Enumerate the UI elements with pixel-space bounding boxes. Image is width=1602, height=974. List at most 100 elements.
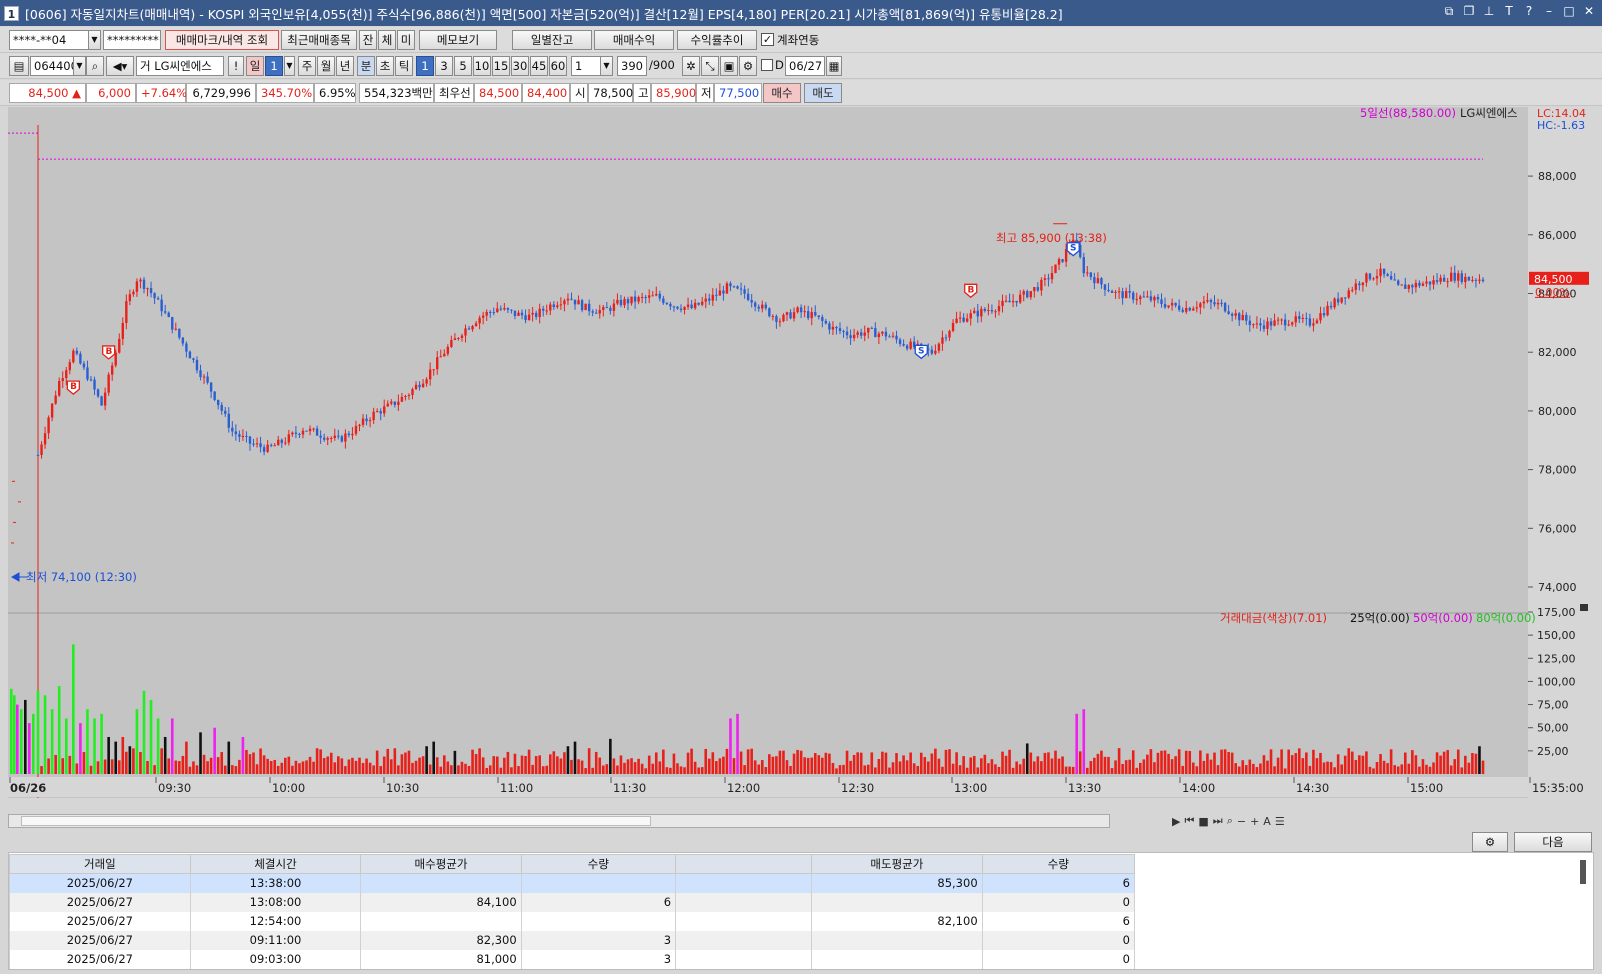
interval-15-button[interactable]: 15 [492, 56, 510, 76]
link-icon[interactable]: ⧉ [1442, 4, 1456, 18]
alert-button[interactable]: ! [228, 56, 244, 76]
account-dropdown-icon[interactable]: ▼ [88, 30, 101, 50]
candle-body [580, 300, 584, 311]
candle-body [351, 433, 354, 436]
stop-icon[interactable]: ■ [1198, 815, 1208, 828]
candle-body [856, 332, 859, 335]
pin-icon[interactable]: ⊥ [1482, 4, 1496, 18]
balance-button[interactable]: 잔 [359, 30, 377, 50]
daily-balance-button[interactable]: 일별잔고 [512, 30, 592, 50]
calendar-icon[interactable]: ▦ [826, 56, 842, 76]
day-count-select[interactable]: 1 [265, 56, 283, 76]
interval-60-button[interactable]: 60 [549, 56, 567, 76]
layout-icon[interactable]: ▤ [9, 56, 29, 76]
text-icon[interactable]: A [1263, 815, 1271, 828]
mark-query-button[interactable]: 매매마크/내역 조회 [165, 30, 279, 50]
pane-toggle-icon[interactable] [1580, 604, 1588, 611]
table-row[interactable]: 2025/06/27 12:54:00 82,100 6 [9, 911, 1136, 931]
next-button[interactable]: 다음 [1514, 832, 1592, 852]
fast-forward-icon[interactable]: ⏭ [1213, 814, 1223, 828]
maximize-icon[interactable]: □ [1562, 4, 1576, 18]
x-tick-label: 12:30 [841, 781, 874, 795]
minus-icon[interactable]: − [1237, 815, 1246, 828]
sound-icon[interactable]: ◀▾ [106, 56, 134, 76]
date-input[interactable]: 06/27 [785, 56, 825, 76]
list-icon[interactable]: ☰ [1275, 815, 1285, 828]
minute-button[interactable]: 분 [357, 56, 375, 76]
volume-bar [510, 767, 513, 774]
volume-bar [1025, 743, 1029, 774]
volume-bar [1054, 750, 1057, 774]
horizontal-scrollbar[interactable] [8, 814, 1110, 828]
close-icon[interactable]: ✕ [1582, 4, 1596, 18]
table-header[interactable]: 매수평균가 [360, 854, 522, 874]
candle-body [322, 437, 326, 440]
unit-select[interactable]: 1 [571, 56, 601, 76]
executed-button[interactable]: 체 [378, 30, 396, 50]
table-row[interactable]: 2025/06/27 09:11:00 82,300 3 0 [9, 930, 1136, 950]
d-checkbox[interactable] [761, 59, 773, 71]
stock-name-field[interactable]: 거 LG씨엔에스 [136, 56, 224, 76]
interval-30-button[interactable]: 30 [511, 56, 529, 76]
unfilled-button[interactable]: 미 [397, 30, 415, 50]
table-header[interactable]: 수량 [520, 854, 677, 874]
table-header[interactable] [675, 854, 813, 874]
tick-button[interactable]: 틱 [395, 56, 413, 76]
account-link-checkbox[interactable]: ✓ [761, 33, 774, 46]
plus-icon[interactable]: + [1250, 815, 1259, 828]
candle-body [503, 308, 506, 310]
candle-body [1478, 279, 1481, 281]
price-chart[interactable]: 88,00086,00084,00082,00080,00078,00076,0… [8, 107, 1602, 814]
second-button[interactable]: 초 [376, 56, 394, 76]
gear-icon[interactable]: ⚙ [739, 56, 757, 76]
search-icon[interactable]: ⌕ [86, 56, 104, 76]
table-row[interactable]: 2025/06/27 13:08:00 84,100 6 0 [9, 892, 1136, 912]
candle-body [1216, 302, 1220, 305]
interval-1-button[interactable]: 1 [416, 56, 434, 76]
table-header[interactable]: 수량 [981, 854, 1136, 874]
interval-3-button[interactable]: 3 [435, 56, 453, 76]
week-button[interactable]: 주 [298, 56, 316, 76]
count-input[interactable]: 390 [617, 56, 647, 76]
interval-45-button[interactable]: 45 [530, 56, 548, 76]
memo-button[interactable]: 메모보기 [419, 30, 497, 50]
year-button[interactable]: 년 [336, 56, 354, 76]
font-icon[interactable]: T [1502, 4, 1516, 18]
stock-code-input[interactable]: 064400 [30, 56, 74, 76]
unit-dropdown-icon[interactable]: ▼ [600, 56, 613, 76]
candle-body [701, 301, 704, 305]
save-icon[interactable]: ▣ [720, 56, 738, 76]
tools-icon[interactable]: ✲ [682, 56, 700, 76]
interval-10-button[interactable]: 10 [473, 56, 491, 76]
month-button[interactable]: 월 [317, 56, 335, 76]
day-dropdown-icon[interactable]: ▼ [284, 56, 295, 76]
minimize-icon[interactable]: – [1542, 4, 1556, 18]
scroll-thumb[interactable] [21, 816, 651, 826]
account-select[interactable]: ****-**04 [9, 30, 89, 50]
password-field[interactable]: ********* [103, 30, 161, 50]
copy-icon[interactable]: ❐ [1462, 4, 1476, 18]
rewind-icon[interactable]: ⏮ [1184, 814, 1194, 828]
table-cell: 81,000 [360, 949, 522, 969]
trade-profit-button[interactable]: 매매수익 [594, 30, 674, 50]
table-header[interactable]: 체결시간 [189, 854, 362, 874]
zoom-icon[interactable]: ⌕ [1227, 814, 1233, 828]
table-header[interactable]: 매도평균가 [811, 854, 983, 874]
play-icon[interactable]: ▶ [1172, 815, 1180, 828]
settings-gear-button[interactable]: ⚙ [1472, 832, 1508, 852]
help-icon[interactable]: ? [1522, 4, 1536, 18]
table-row[interactable]: 2025/06/27 13:38:00 85,300 6 [9, 873, 1136, 893]
vertical-scroll-indicator[interactable] [1580, 860, 1586, 884]
candle-body [298, 433, 301, 435]
day-button[interactable]: 일 [246, 56, 264, 76]
table-row[interactable]: 2025/06/27 09:03:00 81,000 3 0 [9, 949, 1136, 969]
buy-button[interactable]: 매수 [763, 83, 801, 103]
draw-icon[interactable]: ⤡ [701, 56, 719, 76]
table-header[interactable]: 거래일 [9, 854, 191, 874]
trade-amount: 554,323백만 [359, 83, 434, 103]
sell-button[interactable]: 매도 [804, 83, 842, 103]
interval-5-button[interactable]: 5 [454, 56, 472, 76]
return-trend-button[interactable]: 수익률추이 [677, 30, 757, 50]
code-dropdown-icon[interactable]: ▼ [73, 56, 86, 76]
recent-trades-button[interactable]: 최근매매종목 [281, 30, 357, 50]
